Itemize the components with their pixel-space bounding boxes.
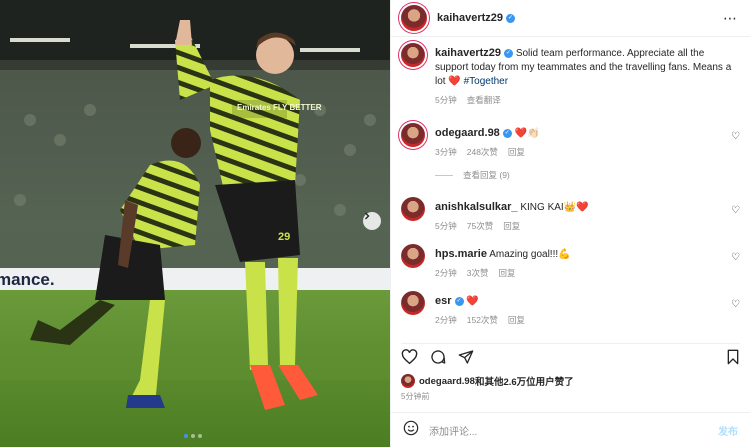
- comment-username[interactable]: odegaard.98: [435, 127, 500, 139]
- comment: hps.marie Amazing goal!!!💪 2分钟 3次赞 回复 ♡: [401, 244, 740, 280]
- shirt-text: Emirates FLY BETTER: [237, 103, 322, 112]
- liker-avatar: [401, 374, 415, 388]
- carousel-indicator: [184, 434, 202, 438]
- caption-username[interactable]: kaihavertz29: [435, 47, 501, 59]
- reply-button[interactable]: 回复: [508, 313, 525, 327]
- post-comment-button[interactable]: 发布: [718, 423, 738, 438]
- translate-link[interactable]: 查看翻译: [467, 93, 501, 107]
- caption: kaihavertz29 ✓ Solid team performance. Ap…: [401, 43, 740, 107]
- comment-username[interactable]: hps.marie: [435, 248, 487, 260]
- divider: [435, 174, 453, 176]
- caption-time: 5分钟: [435, 95, 457, 105]
- heart-icon[interactable]: ♡: [731, 205, 740, 216]
- post-header: kaihavertz29 ✓ ⋯: [391, 0, 750, 37]
- likes-suffix: 和其他2.6万位用户赞了: [474, 377, 574, 388]
- action-bar: [401, 343, 740, 369]
- likes-summary[interactable]: odegaard.98 和其他2.6万位用户赞了: [401, 374, 574, 388]
- author-avatar[interactable]: [401, 5, 427, 31]
- comment-time: 3分钟: [435, 147, 457, 157]
- reply-button[interactable]: 回复: [498, 266, 515, 280]
- reply-button[interactable]: 回复: [508, 145, 525, 159]
- heart-icon[interactable]: [401, 348, 418, 370]
- comment-likes[interactable]: 3次赞: [467, 266, 489, 280]
- comment-time: 2分钟: [435, 315, 457, 325]
- comment-text: KING KAI👑❤️: [520, 202, 589, 213]
- author-username[interactable]: kaihavertz29: [437, 12, 503, 24]
- comment-time: 2分钟: [435, 268, 457, 278]
- comment-username[interactable]: esr: [435, 295, 452, 307]
- commenter-avatar[interactable]: [401, 123, 425, 147]
- carousel-dot: [184, 434, 188, 438]
- comment: esr ✓ ❤️ 2分钟 152次赞 回复 ♡: [401, 291, 740, 327]
- add-comment-bar: 添加评论... 发布: [391, 412, 750, 447]
- view-replies-button[interactable]: 查看回复 (9): [435, 169, 510, 181]
- post-panel: kaihavertz29 ✓ ⋯ kaihavertz29 ✓ Solid tea…: [390, 0, 750, 447]
- commenter-avatar[interactable]: [401, 244, 425, 268]
- post-time: 5分钟前: [401, 392, 430, 401]
- banner-text: mance.: [0, 270, 55, 289]
- share-icon[interactable]: [458, 349, 474, 370]
- comment-username[interactable]: anishkalsulkar_: [435, 201, 518, 213]
- comment-text: ❤️: [466, 296, 479, 307]
- comment-likes[interactable]: 248次赞: [467, 145, 498, 159]
- more-icon[interactable]: ⋯: [723, 10, 738, 27]
- verified-icon: ✓: [502, 128, 512, 138]
- heart-icon[interactable]: ♡: [731, 252, 740, 263]
- comments-list: kaihavertz29 ✓ Solid team performance. Ap…: [391, 43, 750, 333]
- heart-icon[interactable]: ♡: [731, 131, 740, 142]
- shirt-number: 29: [278, 231, 290, 243]
- verified-icon: ✓: [454, 296, 464, 306]
- emoji-icon[interactable]: [403, 420, 419, 441]
- comment-input[interactable]: 添加评论...: [429, 423, 718, 438]
- verified-icon: ✓: [504, 48, 514, 58]
- author-avatar[interactable]: [401, 43, 425, 67]
- chevron-right-icon[interactable]: [363, 212, 381, 230]
- verified-icon: ✓: [506, 13, 516, 23]
- heart-icon[interactable]: ♡: [731, 299, 740, 310]
- comment: anishkalsulkar_ KING KAI👑❤️ 5分钟 75次赞 回复 …: [401, 197, 740, 233]
- carousel-dot: [191, 434, 195, 438]
- reply-button[interactable]: 回复: [503, 219, 520, 233]
- commenter-avatar[interactable]: [401, 197, 425, 221]
- football-celebration-image: mance. Emirates FLY BETTER 29: [0, 0, 390, 447]
- carousel-dot: [198, 434, 202, 438]
- comment-text: Amazing goal!!!💪: [489, 249, 571, 260]
- comment-icon[interactable]: [430, 349, 446, 370]
- comment-likes[interactable]: 152次赞: [467, 313, 498, 327]
- comment: odegaard.98 ✓ ❤️👏🏻 3分钟 248次赞 回复 ♡: [401, 123, 740, 159]
- comment-text: ❤️👏🏻: [514, 128, 540, 139]
- hashtag-link[interactable]: #Together: [464, 76, 508, 87]
- comment-time: 5分钟: [435, 221, 457, 231]
- comment-likes[interactable]: 75次赞: [467, 219, 493, 233]
- commenter-avatar[interactable]: [401, 291, 425, 315]
- view-replies-label: 查看回复 (9): [463, 170, 510, 180]
- post-photo[interactable]: mance. Emirates FLY BETTER 29: [0, 0, 390, 447]
- liker-username[interactable]: odegaard.98: [419, 376, 475, 387]
- bookmark-icon[interactable]: [726, 349, 740, 370]
